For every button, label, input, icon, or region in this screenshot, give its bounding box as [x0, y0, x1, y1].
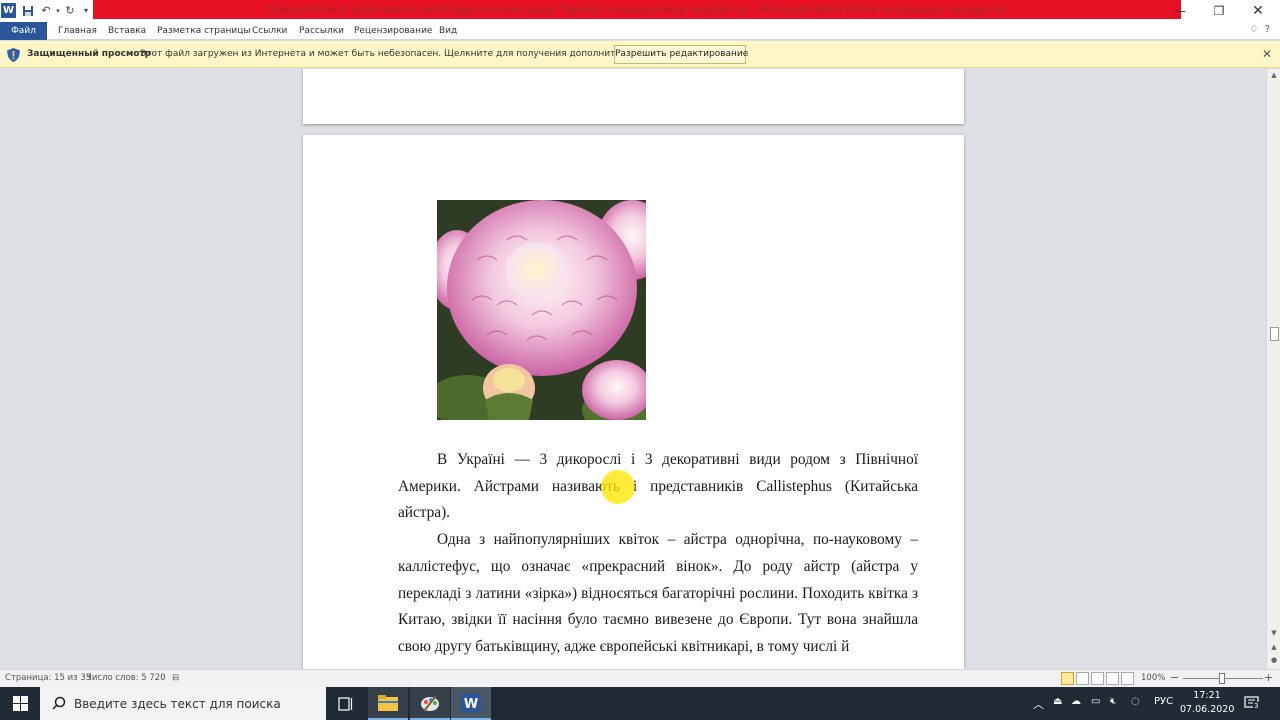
aster-flower-image[interactable] [437, 200, 646, 420]
browse-object-icon[interactable]: ● [1267, 654, 1280, 666]
previous-page [303, 69, 964, 124]
undo-dropdown-icon[interactable]: ▾ [54, 2, 62, 19]
search-input[interactable] [74, 687, 314, 720]
title-bar: W ↶ ▾ ↻ ▾ Алелопатичні властивості квітк… [0, 0, 1280, 22]
document-body-text[interactable]: В Україні — 3 дикорослі і 3 декоративні … [398, 447, 918, 661]
page-counter[interactable]: Страница: 15 из 33 [5, 673, 91, 683]
web-layout-icon[interactable] [1091, 672, 1104, 685]
document-area[interactable]: В Україні — 3 дикорослі і 3 декоративні … [0, 69, 1266, 669]
draft-view-icon[interactable] [1121, 672, 1134, 685]
taskbar-search-box[interactable] [40, 687, 326, 720]
notification-count: 3 [1253, 702, 1260, 710]
zoom-out-icon[interactable]: − [1170, 671, 1179, 684]
previous-page-icon[interactable]: ▲ [1267, 641, 1280, 653]
print-layout-view-icon[interactable] [1061, 672, 1074, 685]
language-icon[interactable]: ⊟ [172, 673, 179, 683]
svg-text:W: W [464, 697, 478, 712]
window-title: Алелопатичні властивості квіткових росли… [267, 3, 1006, 16]
protected-view-title: Защищенный просмотр [27, 49, 152, 59]
ribbon-expand-icon[interactable]: ♢ [1249, 24, 1258, 35]
scroll-down-arrow-icon[interactable]: ▼ [1267, 627, 1280, 639]
paragraph[interactable]: В Україні — 3 дикорослі і 3 декоративні … [398, 447, 918, 527]
current-page[interactable]: В Україні — 3 дикорослі і 3 декоративні … [303, 135, 964, 669]
vertical-scrollbar[interactable]: ▲ ▼ ▲ ● [1266, 69, 1280, 669]
help-icon[interactable]: ? [1265, 24, 1270, 35]
clock-date: 07.06.2020 [1180, 704, 1235, 715]
tab-file[interactable]: Файл [0, 22, 47, 40]
zoom-in-icon[interactable]: + [1264, 671, 1273, 684]
paint-app-icon[interactable] [410, 687, 450, 720]
protected-view-bar: Защищенный просмотр Этот файл загружен и… [0, 41, 1280, 68]
windows-start-icon[interactable] [0, 687, 40, 720]
ribbon-tabs: Файл Главная Вставка Разметка страницы С… [0, 22, 1280, 40]
enable-editing-button[interactable]: Разрешить редактирование [614, 45, 748, 64]
word-taskbar-icon[interactable]: W [451, 687, 491, 720]
tab-page-layout[interactable]: Разметка страницы [157, 22, 251, 40]
tab-mailings[interactable]: Рассылки [299, 22, 344, 40]
tab-insert[interactable]: Вставка [108, 22, 146, 40]
save-icon[interactable] [20, 2, 36, 19]
full-screen-reading-icon[interactable] [1076, 672, 1089, 685]
restore-button[interactable]: ❐ [1199, 0, 1239, 22]
task-view-icon[interactable] [326, 687, 366, 720]
clock-time: 17:21 [1193, 690, 1221, 701]
customize-toolbar-icon[interactable]: ▾ [80, 2, 92, 19]
zoom-level[interactable]: 100% [1141, 673, 1165, 683]
word-app-icon[interactable]: W [1, 3, 16, 18]
word-count[interactable]: Число слов: 5 720 [86, 673, 166, 683]
close-button[interactable]: ✕ [1238, 0, 1278, 22]
close-icon[interactable]: ✕ [1262, 47, 1272, 61]
shield-icon [7, 48, 20, 62]
zoom-slider-thumb[interactable] [1219, 673, 1225, 684]
scroll-up-arrow-icon[interactable]: ▲ [1267, 69, 1280, 81]
taskbar: W ︿ ⏏ ☁ ▭ 🔇︎ ◌ РУС 17:21 07.06.2020 3 [0, 687, 1280, 720]
undo-icon[interactable]: ↶ [38, 2, 54, 19]
mouse-cursor-highlight [601, 470, 635, 504]
status-bar: Страница: 15 из 33 Число слов: 5 720 ⊟ 1… [0, 669, 1280, 687]
show-hidden-icons-icon[interactable]: ︿ [1033, 696, 1044, 712]
system-clock[interactable]: 17:21 07.06.2020 [1180, 689, 1234, 717]
tab-references[interactable]: Ссылки [252, 22, 287, 40]
search-icon [52, 696, 66, 710]
input-language[interactable]: РУС [1154, 696, 1173, 707]
notification-center-icon[interactable]: 3 [1244, 695, 1260, 710]
network-icon[interactable]: ◌ [1131, 696, 1140, 707]
usb-device-icon[interactable]: ⏏ [1053, 696, 1062, 707]
volume-icon[interactable]: 🔇︎ [1110, 696, 1116, 707]
tab-home[interactable]: Главная [58, 22, 97, 40]
scrollbar-thumb[interactable] [1270, 327, 1279, 341]
redo-icon[interactable]: ↻ [63, 2, 77, 19]
onedrive-cloud-icon[interactable]: ☁ [1071, 696, 1081, 707]
tab-review[interactable]: Рецензирование [354, 22, 432, 40]
paragraph[interactable]: Одна з найпопулярніших квіток – айстра о… [398, 527, 918, 661]
battery-icon[interactable]: ▭ [1091, 696, 1100, 707]
minimize-button[interactable]: — [1160, 0, 1200, 22]
outline-view-icon[interactable] [1106, 672, 1119, 685]
ribbon-controls: ♢ ? [1249, 24, 1270, 35]
file-explorer-icon[interactable] [368, 687, 408, 720]
tab-view[interactable]: Вид [439, 22, 457, 40]
